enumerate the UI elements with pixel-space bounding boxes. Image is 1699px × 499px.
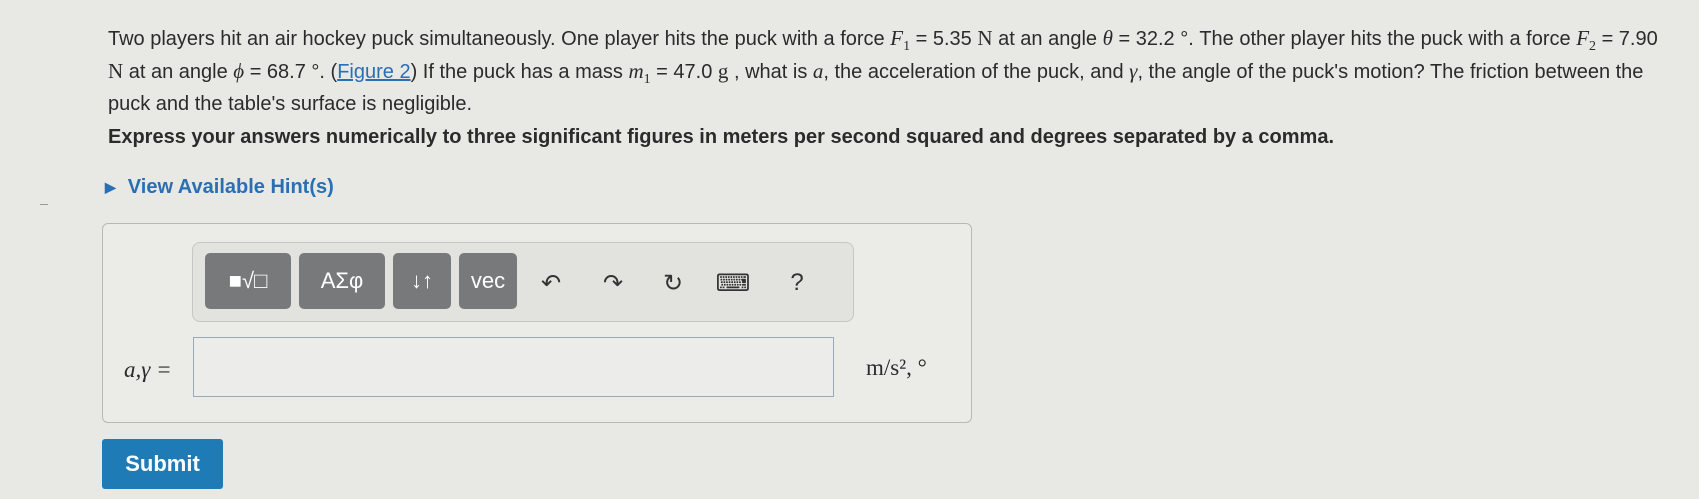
vector-button[interactable]: vec xyxy=(459,253,517,309)
greek-symbols-button[interactable]: ΑΣφ xyxy=(299,253,385,309)
subscript-superscript-button[interactable]: ↓↑ xyxy=(393,253,451,309)
problem-text: at an angle xyxy=(992,28,1103,50)
newton-unit: N xyxy=(108,59,124,83)
answer-units: m/s², ° xyxy=(866,355,927,380)
problem-text: , what is xyxy=(728,61,813,83)
caret-right-icon: ▶ xyxy=(105,179,116,195)
keyboard-icon[interactable]: ⌨ xyxy=(715,265,751,301)
problem-text: , the acceleration of the puck, and xyxy=(823,61,1130,83)
theta-value: = 32.2 ° xyxy=(1112,28,1189,50)
view-hints-toggle[interactable]: ▶ View Available Hint(s) xyxy=(105,176,334,199)
mass-value: = 47.0 xyxy=(650,61,718,83)
problem-text: . The other player hits the puck with a … xyxy=(1188,28,1577,50)
problem-text: at an angle xyxy=(123,61,234,83)
up-down-arrows-icon: ↓↑ xyxy=(411,268,433,293)
problem-text: Two players hit an air hockey puck simul… xyxy=(108,28,891,50)
newton-unit: N xyxy=(977,26,993,50)
answer-label: a,γ = xyxy=(124,357,172,382)
force2-symbol: F xyxy=(1576,26,1590,50)
hint-label: View Available Hint(s) xyxy=(127,176,334,198)
phi-symbol: ϕ xyxy=(233,59,245,83)
phi-value: = 68.7 ° xyxy=(244,61,320,83)
force2-value: = 7.90 xyxy=(1596,28,1658,50)
vec-label: vec xyxy=(470,268,506,293)
theta-symbol: θ xyxy=(1102,26,1113,50)
problem-text: . ( xyxy=(319,61,338,83)
undo-icon[interactable]: ↶ xyxy=(533,265,569,301)
problem-statement: Two players hit an air hockey puck simul… xyxy=(108,26,1668,117)
figure-2-link[interactable]: Figure 2 xyxy=(337,61,410,83)
margin-mark xyxy=(40,204,48,205)
force2-subscript: 2 xyxy=(1589,39,1597,54)
problem-text: ) If the puck has a mass xyxy=(410,61,629,83)
redo-icon[interactable]: ↷ xyxy=(595,265,631,301)
templates-button[interactable]: ■√□ xyxy=(205,253,291,309)
mass-symbol: m xyxy=(628,59,644,83)
mass-subscript: 1 xyxy=(643,72,651,87)
gram-unit: g xyxy=(717,59,729,83)
greek-icon: ΑΣφ xyxy=(320,268,364,293)
force1-value: = 5.35 xyxy=(910,28,978,50)
reset-icon[interactable]: ↻ xyxy=(655,265,691,301)
help-icon[interactable]: ? xyxy=(779,265,815,301)
force1-symbol: F xyxy=(890,26,904,50)
math-toolbar: ■√□ ΑΣφ ↓↑ vec ↶ ↷ ↻ ⌨ ? xyxy=(192,242,854,322)
templates-icon: ■√□ xyxy=(228,268,268,293)
force1-subscript: 1 xyxy=(903,39,911,54)
acceleration-symbol: a xyxy=(812,59,824,83)
instructions: Express your answers numerically to thre… xyxy=(108,126,1334,148)
submit-button[interactable]: Submit xyxy=(102,439,223,489)
answer-input[interactable] xyxy=(193,337,834,397)
